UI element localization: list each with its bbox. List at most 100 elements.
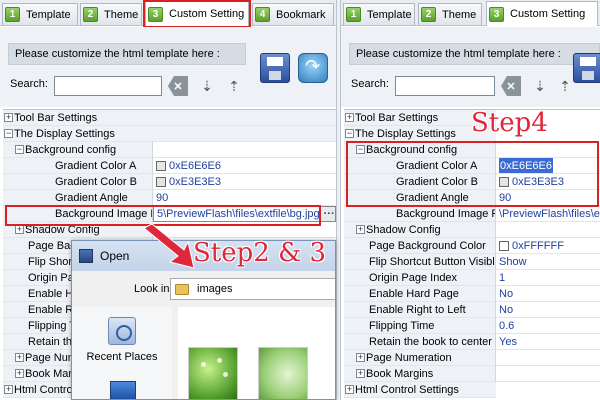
property-value-cell[interactable]: Show [496,254,600,270]
property-name-cell: + Html Control Settings [344,382,496,398]
property-name: Page Numeration [366,352,452,364]
property-row[interactable]: + Shadow Config [344,222,600,238]
property-row[interactable]: Gradient Color A 0xE6E6E6 [3,158,336,174]
property-name-cell: Flip Shortcut Button Visible [344,254,496,270]
property-row[interactable]: Gradient Color B 0xE3E3E3 [344,174,600,190]
color-swatch[interactable] [499,240,509,251]
search-input[interactable] [54,76,162,96]
search-input[interactable] [395,76,495,96]
tab-theme[interactable]: 2 Theme [80,3,142,25]
property-name-cell: + Shadow Config [3,222,153,238]
recent-places-icon[interactable] [108,317,136,345]
save-icon[interactable] [573,53,600,83]
property-row[interactable]: Gradient Angle 90 [344,190,600,206]
expand-icon[interactable]: + [4,385,13,394]
image-thumbnail[interactable] [188,347,238,399]
property-value: Show [499,255,527,268]
recent-places-label[interactable]: Recent Places [72,351,172,363]
tab-custom-setting[interactable]: 3 Custom Setting [145,1,249,26]
property-row[interactable]: + Tool Bar Settings [3,110,336,126]
property-value-cell[interactable]: 0xFFFFFF [496,238,600,254]
browse-file-button[interactable]: ··· [319,207,335,221]
property-value-cell[interactable] [496,366,600,382]
sort-ascending-icon[interactable]: ⇡ [224,76,244,96]
property-value-cell[interactable]: 0xE6E6E6 [153,158,336,174]
property-row[interactable]: + Html Control Settings [344,382,600,398]
property-row[interactable]: Enable Right to Left No [344,302,600,318]
look-in-dropdown[interactable]: images [170,278,335,300]
property-row[interactable]: − Background config [3,142,336,158]
collapse-icon[interactable]: − [356,145,365,154]
property-row[interactable]: Page Background Color 0xFFFFFF [344,238,600,254]
property-name: Tool Bar Settings [14,112,98,124]
property-value-cell[interactable]: 0.6 [496,318,600,334]
clear-search-icon[interactable]: ✕ [168,76,188,96]
property-value: Yes [499,335,517,348]
expand-icon[interactable]: + [15,353,24,362]
tab-label: Custom Setting [510,8,586,20]
property-name: Shadow Config [366,224,441,236]
dialog-body: Look in: images Recent Places [72,271,335,399]
expand-icon[interactable]: + [15,225,24,234]
export-icon[interactable] [298,53,328,83]
property-row[interactable]: Background Image File5\PreviewFlash\file… [3,206,336,222]
tab-bookmark[interactable]: 4 Bookmark [252,3,334,25]
expand-icon[interactable]: + [15,369,24,378]
property-row[interactable]: + Book Margins [344,366,600,382]
property-value-cell[interactable]: 0xE6E6E6 [496,158,600,174]
sort-ascending-icon[interactable]: ⇡ [555,76,575,96]
tab-template[interactable]: 1 Template [343,3,415,25]
property-value-cell[interactable]: 1 [496,270,600,286]
property-value-cell[interactable]: Yes [496,334,600,350]
property-row[interactable]: Gradient Color A 0xE6E6E6 [344,158,600,174]
tab-custom-setting[interactable]: 3 Custom Setting [486,1,598,26]
property-value-cell[interactable]: No [496,286,600,302]
property-value-cell[interactable]: 0xE3E3E3 [153,174,336,190]
color-swatch[interactable] [156,176,166,187]
property-value-cell[interactable] [153,142,336,158]
image-thumbnail[interactable] [258,347,308,399]
property-row[interactable]: − Background config [344,142,600,158]
sort-descending-icon[interactable]: ⇣ [197,76,217,96]
expand-icon[interactable]: + [356,369,365,378]
property-row[interactable]: + Page Numeration [344,350,600,366]
property-value-cell[interactable]: \PreviewFlash\files\ex [496,206,600,222]
collapse-icon[interactable]: − [345,129,354,138]
property-value-cell[interactable] [496,142,600,158]
expand-icon[interactable]: + [4,113,13,122]
tab-number-badge: 3 [148,6,163,22]
property-value: 0xE3E3E3 [169,175,221,188]
property-name: Html Contro [14,384,73,396]
property-row[interactable]: Gradient Angle 90 [3,190,336,206]
tab-theme[interactable]: 2 Theme [418,3,482,25]
desktop-icon[interactable] [110,381,136,399]
property-value-cell[interactable]: 0xE3E3E3 [496,174,600,190]
property-row[interactable]: Enable Hard Page No [344,286,600,302]
property-row[interactable]: Background Image File \PreviewFlash\files… [344,206,600,222]
property-row[interactable]: Retain the book to center Yes [344,334,600,350]
property-row[interactable]: − The Display Settings [3,126,336,142]
expand-icon[interactable]: + [356,225,365,234]
color-swatch[interactable] [156,160,166,171]
property-value-cell[interactable]: 90 [153,190,336,206]
property-row[interactable]: Origin Page Index 1 [344,270,600,286]
property-row[interactable]: Flipping Time 0.6 [344,318,600,334]
collapse-icon[interactable]: − [15,145,24,154]
color-swatch[interactable] [499,176,509,187]
property-row[interactable]: Flip Shortcut Button Visible Show [344,254,600,270]
property-value-cell[interactable]: No [496,302,600,318]
clear-search-icon[interactable]: ✕ [501,76,521,96]
save-icon[interactable] [260,53,290,83]
collapse-icon[interactable]: − [4,129,13,138]
tab-template[interactable]: 1 Template [2,3,78,25]
property-value-cell[interactable] [496,350,600,366]
sort-descending-icon[interactable]: ⇣ [530,76,550,96]
expand-icon[interactable]: + [356,353,365,362]
expand-icon[interactable]: + [345,385,354,394]
property-value-cell[interactable] [496,222,600,238]
property-value-cell[interactable]: 90 [496,190,600,206]
property-value-cell[interactable]: 5\PreviewFlash\files\extfile\bg.jpg ··· [153,206,336,222]
property-row[interactable]: Gradient Color B 0xE3E3E3 [3,174,336,190]
expand-icon[interactable]: + [345,113,354,122]
tab-bar: 1 Template 2 Theme 3 Custom Setting 4 Bo… [0,0,336,26]
